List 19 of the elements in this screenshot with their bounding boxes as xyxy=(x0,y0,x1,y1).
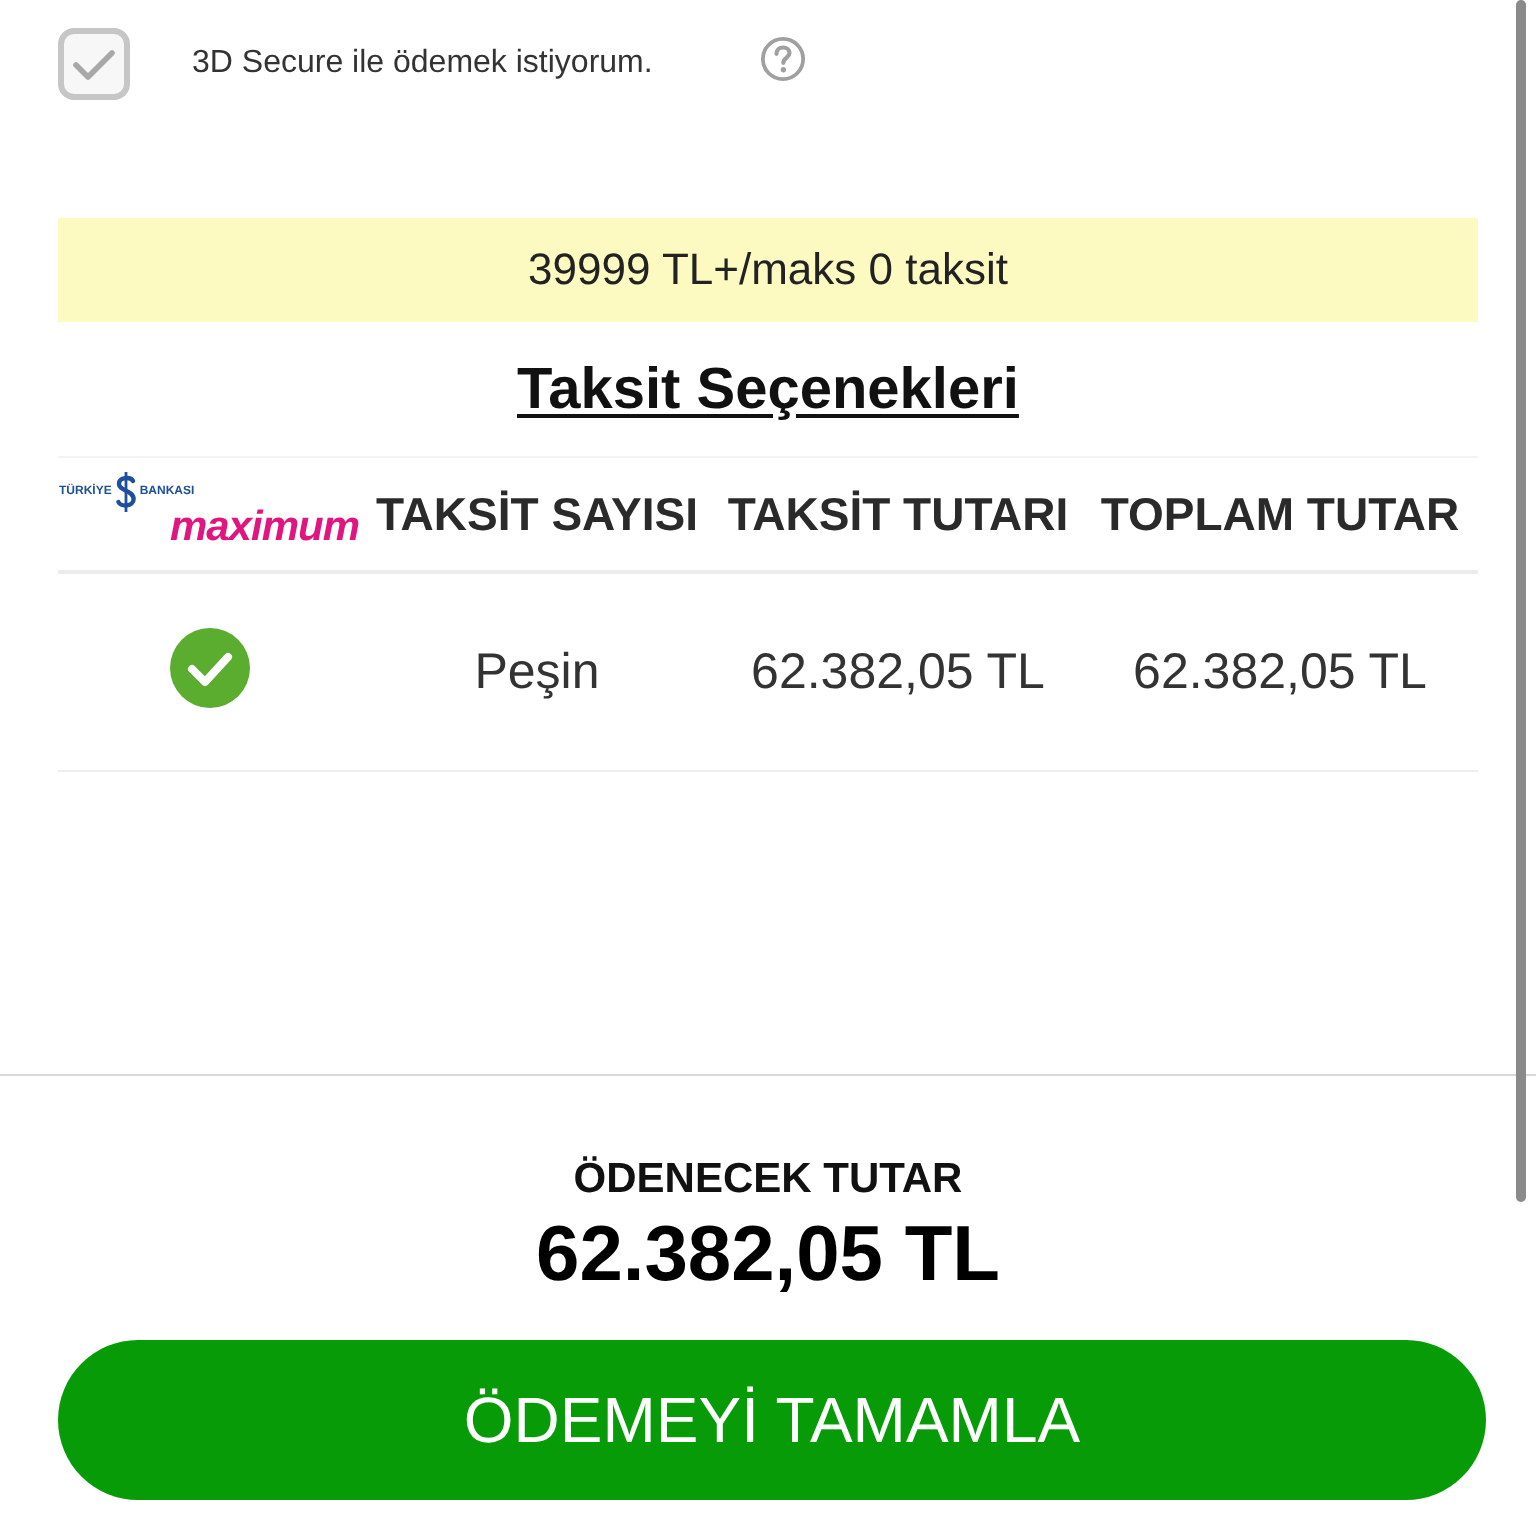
card-brand-text: maximum xyxy=(169,506,359,550)
installments-title: Taksit Seçenekleri xyxy=(517,356,1019,424)
table-cell-text: Peşin xyxy=(472,643,602,701)
table-cell-text: 62.382,05 TL xyxy=(1131,643,1429,701)
column-header: TAKSİT SAYISI xyxy=(373,487,701,541)
installment-banner: 39999 TL+/maks 0 taksit xyxy=(58,218,1478,322)
check-circle-icon[interactable] xyxy=(169,628,249,708)
column-header: TOPLAM TUTAR xyxy=(1098,487,1462,541)
secure-option-label: 3D Secure ile ödemek istiyorum. xyxy=(192,46,653,82)
amount-due-label: ÖDENECEK TUTAR xyxy=(573,1156,963,1204)
scrollbar-thumb[interactable] xyxy=(1516,0,1526,1202)
amount-due-value: 62.382,05 TL xyxy=(536,1212,1000,1300)
table-cell-text: 62.382,05 TL xyxy=(749,643,1047,701)
help-icon[interactable] xyxy=(760,35,807,81)
complete-payment-button[interactable]: ÖDEMEYİ TAMAMLA xyxy=(58,1340,1486,1500)
column-header: TAKSİT TUTARI xyxy=(725,487,1071,541)
checkbox[interactable] xyxy=(58,28,130,100)
dollar-sign-icon xyxy=(113,470,138,514)
checkmark-icon xyxy=(72,47,116,81)
